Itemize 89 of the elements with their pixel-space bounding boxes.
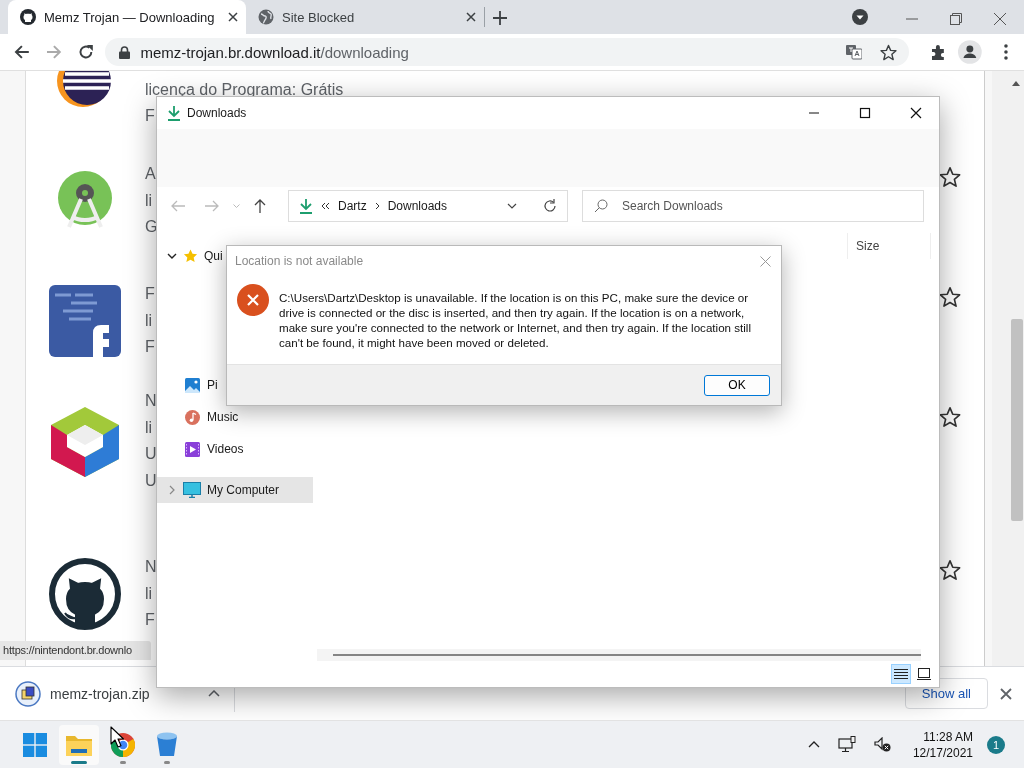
listing-text: G [145,217,158,238]
video-icon [185,441,200,457]
nav-item[interactable]: Videos [157,433,313,465]
listing-text: F [145,337,155,358]
bucket-icon [156,731,178,758]
cube-icon [49,405,121,477]
window-title: Downloads [187,106,247,120]
cat-icon [49,558,121,630]
listing-text: li [145,310,153,331]
star-icon[interactable] [939,166,961,188]
lock-icon [119,45,131,59]
scroll-up-icon[interactable] [1012,81,1020,86]
listing-text: U [145,444,157,464]
tab-search-icon[interactable] [852,9,868,25]
search-icon [594,199,608,213]
chevron-down-icon[interactable] [167,251,177,261]
chevron-up-icon[interactable] [807,741,820,748]
listing-text: F [145,284,155,305]
list-lines-icon [894,668,908,680]
dialog-title: Location is not available [235,254,364,268]
listing-text: licença do Programa: Grátis [145,79,344,100]
ok-button[interactable]: OK [704,374,770,396]
windows-logo-icon [23,732,47,757]
close-icon[interactable] [910,107,922,119]
breadcrumb[interactable]: Downloads [387,199,448,213]
folder-icon [66,733,92,756]
listing-text: F [145,106,155,126]
code-tile-icon [49,285,121,357]
notification-badge[interactable]: 1 [987,735,1005,754]
puzzle-icon[interactable] [930,44,947,60]
status-url: https://nintendont.br.downlo [0,641,151,660]
horizontal-scrollbar[interactable] [317,649,921,661]
menu-icon[interactable] [1004,44,1008,60]
address-field[interactable]: Dartz Downloads [288,190,568,222]
listing-text: li [145,417,153,438]
column-header[interactable]: Size [847,233,931,259]
muted-speaker-icon[interactable] [873,737,891,752]
url-text: memz-trojan.br.download.it/downloading [140,43,409,61]
cat-icon [20,9,36,25]
error-message: C:\Users\Dartz\Desktop is unavailable. If the location is on this PC, make sure the device or drive is connected or the disc is inserted, and then try again. If the location is on a network, make sure you're connected to the network or Internet, and then try again. If the location still can't be found, it might have been moved or deleted. [279,290,753,350]
star-icon[interactable] [939,406,961,428]
listing-text: N [145,391,157,411]
translate-icon[interactable] [845,44,862,60]
details-view-button[interactable] [891,664,911,684]
download-icon [167,105,181,121]
star-icon[interactable] [939,286,961,308]
nav-item[interactable]: My Computer [157,477,313,503]
listing-text: N [145,557,157,578]
clock[interactable]: 11:28 AM 12/17/2021 [912,728,973,761]
scrollbar-thumb[interactable] [1011,319,1023,521]
download-icon [299,198,313,214]
robot-compass-icon [55,171,115,231]
image-icon [185,377,200,393]
caret-icon[interactable] [208,690,220,697]
new-tab-icon[interactable] [493,11,507,25]
refresh-icon[interactable] [543,199,557,213]
reload-icon[interactable] [77,44,94,60]
chevron-right-icon[interactable] [374,202,380,210]
breadcrumb[interactable]: Dartz [338,199,367,213]
cursor-icon [110,726,124,748]
star-icon[interactable] [939,559,961,581]
listing-text: F [145,610,155,631]
up-icon[interactable] [254,199,266,213]
network-icon[interactable] [837,736,856,753]
chevron-down-icon[interactable] [507,203,517,209]
music-note-icon [185,409,200,425]
star-icon [183,249,198,263]
close-icon[interactable] [466,12,476,22]
close-icon[interactable] [1000,687,1012,700]
maximize-icon[interactable] [859,107,871,119]
bookmark-star-icon[interactable] [879,43,897,61]
archive-icon [15,680,41,707]
address-bar[interactable]: memz-trojan.br.download.it/downloading [105,38,909,66]
listing-text: li [145,190,153,211]
close-icon[interactable] [228,12,238,22]
monitor-icon [183,482,201,498]
back-icon[interactable] [14,44,30,60]
search-field[interactable]: Search Downloads [582,190,924,222]
window-icon [917,668,931,680]
listing-text: li [145,583,153,604]
globe-icon [258,9,274,25]
restore-icon[interactable] [950,13,962,25]
profile-icon[interactable] [958,40,983,64]
browser-tab[interactable]: Memz Trojan — Downloading [8,0,246,34]
listing-text: U [145,470,157,491]
listing-text: A [145,164,156,185]
double-chevron-icon[interactable] [321,202,330,210]
error-icon [237,284,269,316]
browser-tab[interactable]: Site Blocked [246,0,484,34]
